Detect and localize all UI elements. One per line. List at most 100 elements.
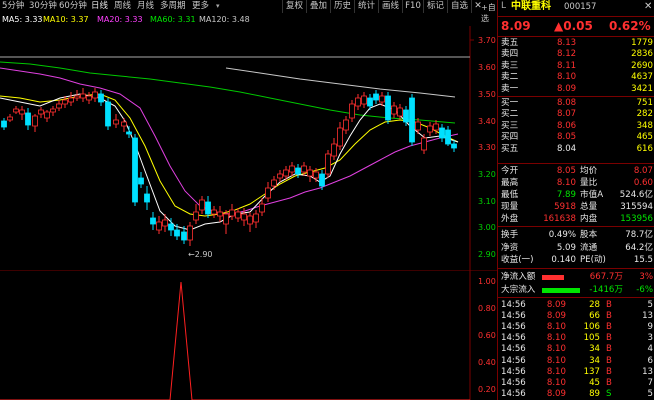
period-60min[interactable]: 60分钟 — [59, 0, 87, 13]
flow-pct: -6% — [636, 284, 653, 295]
ma120-line — [225, 67, 456, 98]
price-tick: 3.00 — [478, 223, 496, 232]
candlesticks — [1, 88, 457, 246]
bid-row: 买四 8.05 465 — [498, 132, 654, 143]
candle-body — [19, 109, 25, 115]
ma20-label: MA20: 3.33 — [97, 15, 143, 24]
flow-value: -1416万 — [589, 284, 623, 295]
tick-count: 5 — [647, 300, 653, 310]
bid-volume: 348 — [636, 120, 653, 131]
last-price: 8.09 — [501, 19, 531, 33]
period-more[interactable]: 更多 — [192, 0, 209, 13]
stat-value: 161638 — [543, 214, 576, 224]
stat-row: 现量 5918 总量 315594 — [498, 201, 654, 213]
stat-label: 市值A — [580, 190, 604, 200]
watchlist-button[interactable]: 自选 — [447, 0, 471, 13]
stat-label: 量比 — [580, 178, 598, 188]
candle-body — [162, 219, 168, 227]
candle-body — [98, 93, 104, 103]
ask-row: 卖三 8.11 2690 — [498, 61, 654, 72]
ma10-label: MA10: 3.37 — [43, 15, 89, 24]
ask-row: 卖四 8.12 2836 — [498, 49, 654, 60]
candle-body — [439, 127, 445, 139]
bid-label: 买三 — [501, 120, 519, 131]
period-weekly[interactable]: 周线 — [114, 0, 131, 13]
candle-body — [132, 137, 138, 203]
divider — [498, 163, 654, 164]
candle-body — [44, 111, 50, 119]
tick-volume: 28 — [589, 300, 600, 310]
period-5min[interactable]: 5分钟 — [2, 0, 24, 13]
candle-body — [379, 95, 385, 103]
overlay-button[interactable]: 叠加 — [306, 0, 330, 13]
tick-price: 8.10 — [546, 366, 566, 377]
stat-value: 8.07 — [633, 166, 653, 176]
mark-button[interactable]: 标记 — [423, 0, 447, 13]
candle-body — [211, 209, 217, 215]
ask-label: 卖一 — [501, 83, 519, 94]
bid-label: 买四 — [501, 132, 519, 143]
stat-row: 外盘 161638 内盘 153956 — [498, 213, 654, 225]
divider — [498, 96, 654, 97]
finance-label: PE(动) — [580, 255, 606, 265]
restore-rights-button[interactable]: 复权 — [282, 0, 306, 13]
stat-label: 均价 — [580, 166, 598, 176]
add-watchlist-button[interactable]: +自选 — [481, 2, 497, 24]
candle-body — [168, 223, 174, 231]
tick-side: B — [606, 344, 612, 355]
f10-button[interactable]: F10 — [402, 0, 423, 13]
period-monthly[interactable]: 月线 — [137, 0, 154, 13]
chevron-down-icon[interactable]: ▾ — [216, 2, 220, 10]
tick-count: 13 — [642, 366, 653, 377]
ask-row: 卖二 8.10 4637 — [498, 72, 654, 83]
candle-body — [25, 112, 31, 126]
candle-body — [415, 121, 421, 131]
tick-row: 14:56 8.09 66 B 13 — [498, 311, 654, 322]
finance-label: 换手 — [501, 230, 519, 240]
ask-price: 8.10 — [557, 72, 577, 83]
bid-row: 买二 8.07 282 — [498, 109, 654, 120]
ask-volume: 1779 — [631, 38, 653, 48]
tick-count: 7 — [647, 377, 653, 388]
price-change-pct: 0.62% — [609, 19, 651, 33]
stat-label: 内盘 — [580, 214, 598, 224]
kline-chart[interactable]: ←2.90 3.70 3.60 3.50 3.40 3.30 3.20 3.10… — [0, 26, 497, 288]
quote-panel: L 中联重科 000157 ✕ 8.09 ▲0.05 0.62% 卖五 8.13 1… — [497, 0, 654, 400]
tick-row: 14:56 8.09 89 S 5 — [498, 389, 654, 400]
candle-body — [421, 137, 427, 151]
ask-label: 卖四 — [501, 49, 519, 60]
candle-body — [355, 97, 361, 107]
candle-body — [50, 108, 56, 113]
tick-price: 8.09 — [546, 300, 566, 310]
finance-value: 78.7亿 — [625, 230, 653, 240]
price-tick: 3.70 — [478, 36, 496, 45]
candle-body — [391, 105, 397, 115]
period-daily[interactable]: 日线 — [91, 0, 108, 13]
draw-line-button[interactable]: 画线 — [378, 0, 402, 13]
flow-row: 净流入额 667.7万 3% — [498, 271, 654, 284]
tick-side: B — [606, 377, 612, 388]
candle-body — [433, 123, 439, 131]
ask-label: 卖二 — [501, 72, 519, 83]
candle-body — [181, 231, 187, 241]
period-30min[interactable]: 30分钟 — [29, 0, 57, 13]
stat-label: 最高 — [501, 178, 519, 188]
history-button[interactable]: 历史 — [330, 0, 354, 13]
market-flag-icon: L — [501, 1, 507, 11]
indicator-tick: 0.80 — [478, 304, 496, 313]
tick-side: B — [606, 366, 612, 377]
tick-price: 8.09 — [546, 311, 566, 322]
tick-row: 14:56 8.10 34 B 6 — [498, 356, 654, 367]
tick-time: 14:56 — [501, 388, 526, 399]
stat-value: 8.10 — [556, 178, 576, 188]
tick-side: B — [606, 355, 612, 366]
candle-body — [277, 173, 283, 179]
statistics-button[interactable]: 统计 — [354, 0, 378, 13]
flow-pct: 3% — [639, 272, 653, 282]
indicator-chart[interactable]: 1.00 0.80 0.60 0.40 0.20 — [0, 270, 497, 400]
stat-value: 7.89 — [556, 190, 576, 200]
candle-body — [13, 108, 19, 113]
ask-price: 8.09 — [557, 83, 577, 94]
period-multi[interactable]: 多周期 — [160, 0, 186, 13]
close-icon[interactable]: ✕ — [644, 0, 652, 13]
